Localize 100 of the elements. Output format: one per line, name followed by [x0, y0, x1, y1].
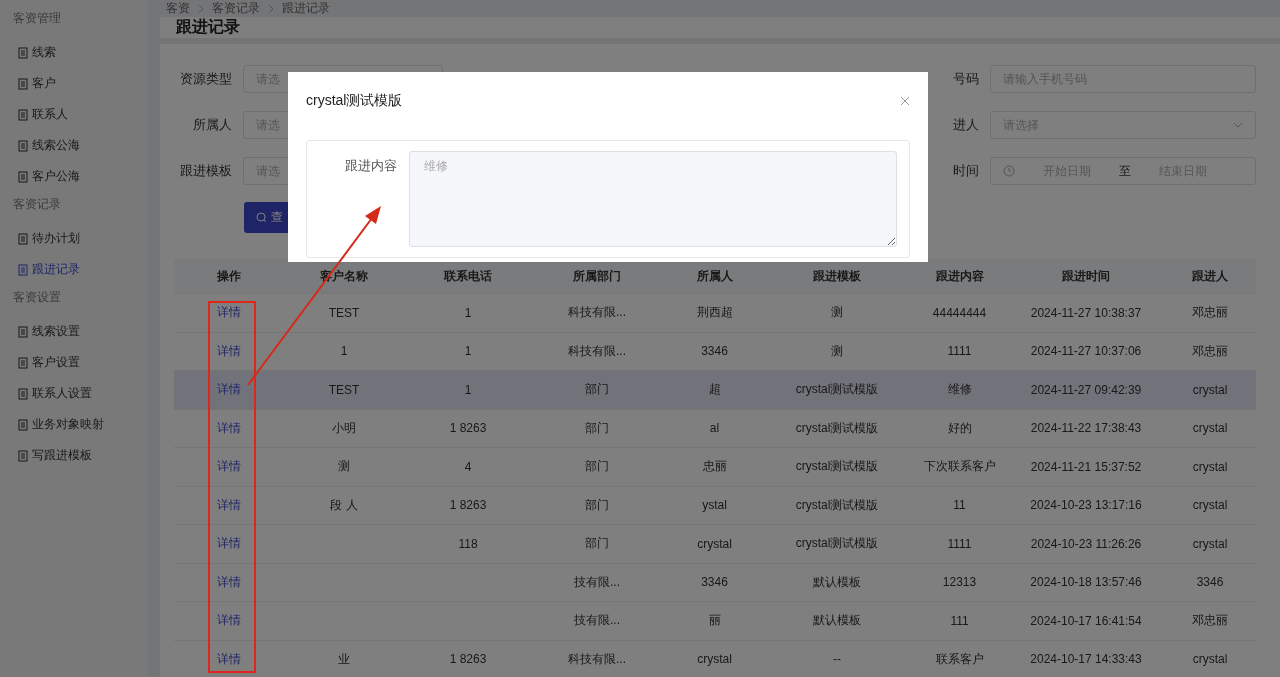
sidebar-item[interactable]: 客户设置 [0, 347, 148, 378]
close-icon[interactable] [900, 96, 910, 106]
details-link[interactable]: 详情 [217, 496, 241, 514]
filter-label: 所属人 [192, 116, 232, 134]
search-icon [256, 212, 267, 223]
table-cell-text: 邓忠丽 [1191, 612, 1229, 630]
table-cell-text: 2024-10-18 13:57:46 [1029, 575, 1143, 590]
sidebar-item[interactable]: 线索公海 [0, 130, 148, 161]
details-link[interactable]: 详情 [217, 573, 241, 591]
table-cell-text: 2024-10-23 13:17:16 [1029, 498, 1143, 513]
sidebar-item[interactable]: 联系人 [0, 99, 148, 130]
table-cell-text: crystal [1191, 536, 1229, 551]
sidebar-item[interactable]: 业务对象映射 [0, 409, 148, 440]
filter-label: 跟进模板 [179, 162, 232, 180]
details-link[interactable]: 详情 [217, 419, 241, 437]
filter-label: 资源类型 [179, 70, 232, 88]
table-cell-text: TEST [327, 305, 361, 320]
table-cell-text: 科技有限... [567, 342, 627, 360]
sidebar-item[interactable]: 待办计划 [0, 223, 148, 254]
column-header: 跟进模板 [812, 267, 862, 285]
column-header: 跟进时间 [1061, 267, 1111, 285]
table-cell-text: 部门 [584, 419, 610, 437]
table-cell-text: 4 [463, 459, 473, 474]
chevron-down-icon [1233, 122, 1243, 128]
details-link[interactable]: 详情 [217, 650, 241, 668]
table-cell-text: 技有限... [573, 573, 621, 591]
table-cell-text: 3346 [700, 575, 729, 590]
details-link[interactable]: 详情 [217, 304, 241, 322]
table-cell-text: TEST [327, 382, 361, 397]
column-header: 联系电话 [442, 267, 493, 285]
table-cell-text: 默认模板 [812, 612, 862, 630]
document-icon [18, 356, 28, 369]
table-cell-text: 1 [463, 305, 473, 320]
table-cell-text: 业 [337, 650, 351, 668]
table-cell-text: 2024-11-27 10:38:37 [1029, 305, 1143, 320]
sidebar-item[interactable]: 客户公海 [0, 161, 148, 192]
column-header: 所属部门 [572, 267, 622, 285]
details-link[interactable]: 详情 [217, 612, 241, 630]
table-cell-text: 1111 [946, 344, 973, 359]
table-row[interactable]: 详情 TEST 1 部门 超 crystal测试模版 维修 2024-11-27 09:42:39 crystal [174, 371, 1256, 410]
table-cell-text: 测 [830, 304, 844, 322]
table-cell-text: 3346 [700, 344, 729, 359]
sidebar-item[interactable]: 客户 [0, 68, 148, 99]
sidebar-item[interactable]: 线索设置 [0, 316, 148, 347]
sidebar-item[interactable]: 线索 [0, 37, 148, 68]
table-cell-text: 2024-11-22 17:38:43 [1029, 421, 1143, 436]
document-icon [18, 77, 28, 90]
table-cell-text: 2024-10-23 11:26:26 [1029, 536, 1143, 551]
details-link[interactable]: 详情 [217, 535, 241, 553]
document-icon [18, 232, 28, 245]
details-link[interactable]: 详情 [217, 381, 241, 399]
column-header: 操作 [216, 267, 242, 285]
details-link[interactable]: 详情 [217, 342, 241, 360]
details-link[interactable]: 详情 [217, 458, 241, 476]
table-cell-text: 忠丽 [701, 458, 728, 476]
table-cell-text: 12313 [941, 575, 978, 590]
table-cell-text: 荆西超 [695, 304, 734, 322]
table-cell-text: crystal [1191, 459, 1229, 474]
table-cell-text: 1 8263 [448, 421, 488, 436]
table-cell-text: 3346 [1195, 575, 1225, 590]
table-cell-text: crystal测试模版 [794, 496, 880, 514]
table-cell-text: 2024-10-17 14:33:43 [1029, 652, 1143, 667]
table-cell-text: 科技有限... [567, 650, 627, 668]
field-label: 跟进内容 [344, 157, 397, 175]
chevron-right-icon [268, 3, 274, 14]
table-cell-text: 部门 [584, 535, 610, 553]
table-cell-text: 联系客户 [934, 650, 985, 668]
document-icon [18, 449, 28, 462]
breadcrumb-item[interactable]: 客资记录 [212, 0, 260, 17]
sidebar-item[interactable]: 写跟进模板 [0, 440, 148, 471]
dialog-title: crystal测试模版 [306, 92, 403, 110]
document-icon [18, 418, 28, 431]
table-cell-text: 部门 [584, 458, 610, 476]
table-cell-text: 小明 [331, 419, 357, 437]
page-title: 跟进记录 [176, 17, 240, 37]
sidebar-item[interactable]: 跟进记录 [0, 254, 148, 285]
table-cell-text: 111 [949, 613, 970, 628]
clock-icon [1003, 165, 1015, 177]
sidebar-group-title: 客资记录 [12, 196, 62, 213]
table-cell-text: 1 [463, 344, 473, 359]
table-cell-text: ystal [701, 498, 728, 513]
breadcrumb-item[interactable]: 跟进记录 [282, 0, 330, 17]
sidebar-item[interactable]: 联系人设置 [0, 378, 148, 409]
table-cell-text: 测 [337, 458, 351, 476]
table-cell-text: crystal [696, 652, 733, 667]
table-cell-text: crystal [1191, 421, 1229, 436]
table-cell-text: 1 8263 [448, 652, 488, 667]
content-textarea[interactable]: 维修 [409, 151, 897, 247]
document-icon [18, 170, 28, 183]
table-cell-text: 部门 [584, 381, 610, 399]
document-icon [18, 325, 28, 338]
column-header: 所属人 [695, 267, 734, 285]
table-cell-text: crystal [1191, 498, 1229, 513]
table-cell-text: 丽 [707, 612, 722, 630]
breadcrumb-item[interactable]: 客资 [166, 0, 190, 17]
table-cell-text: 部门 [584, 496, 610, 514]
table-cell-text: 维修 [946, 381, 973, 399]
table-cell-text: 11 [952, 498, 967, 513]
table-cell-text: 下次联系客户 [922, 458, 997, 476]
table-cell-text: 1 [339, 344, 349, 359]
